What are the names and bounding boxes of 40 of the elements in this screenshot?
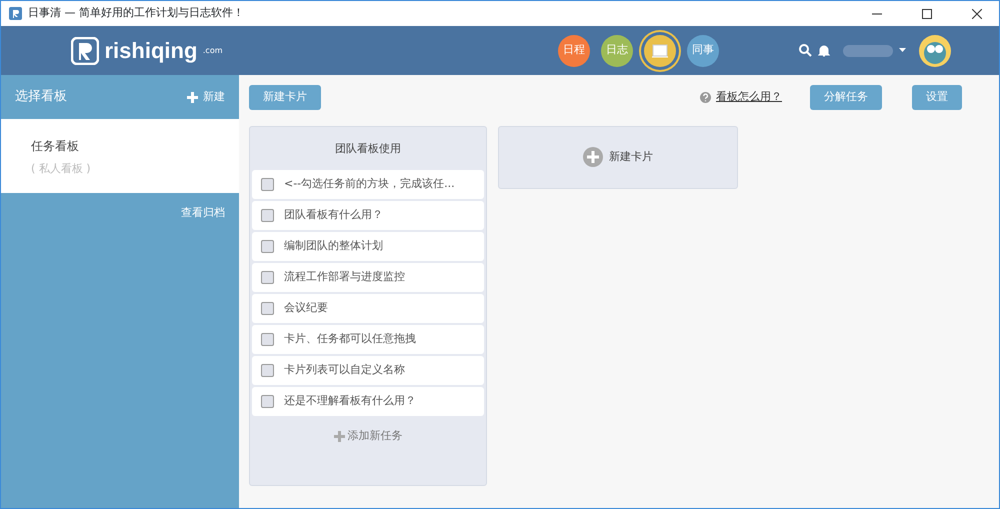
- window-title: 日事清 — 简单好用的工作计划与日志软件！: [28, 5, 244, 22]
- checkbox[interactable]: [261, 178, 274, 191]
- plus-icon: [186, 92, 198, 102]
- task-item[interactable]: 团队看板有什么用？: [252, 201, 484, 230]
- close-icon: [972, 8, 982, 18]
- card-title: 团队看板使用: [334, 140, 402, 156]
- task-item[interactable]: 编制团队的整体计划: [252, 232, 484, 261]
- task-item[interactable]: 流程工作部署与进度监控: [252, 263, 484, 292]
- board-button[interactable]: [644, 34, 676, 66]
- sidebar-title: 选择看板: [15, 88, 68, 106]
- avatar-icon[interactable]: [919, 34, 951, 66]
- task-item[interactable]: 会议纪要: [252, 294, 484, 323]
- new-card-panel[interactable]: 新建卡片: [498, 126, 738, 188]
- help-icon: [700, 92, 710, 103]
- checkbox[interactable]: [261, 364, 274, 377]
- blurred-username: [843, 44, 893, 56]
- checkbox[interactable]: [261, 395, 274, 408]
- task-item[interactable]: 卡片列表可以自定义名称: [252, 356, 484, 385]
- task-item[interactable]: <--勾选任务前的方块，完成该任...: [252, 170, 484, 199]
- app-icon: [9, 7, 22, 20]
- checkbox[interactable]: [261, 271, 274, 284]
- task-item[interactable]: 卡片、任务都可以任意拖拽: [252, 325, 484, 354]
- board-icon: [652, 43, 668, 58]
- checkbox[interactable]: [261, 209, 274, 222]
- board-item[interactable]: 任务看板 ( 私人看板 ): [1, 119, 239, 193]
- logo-text: rishiqing: [104, 37, 198, 65]
- logo-suffix: .com: [202, 45, 223, 57]
- caret-icon[interactable]: [898, 48, 906, 53]
- search-icon[interactable]: [799, 44, 812, 57]
- maximize-icon: [922, 8, 932, 18]
- help-link[interactable]: 看板怎么用？: [716, 89, 782, 106]
- bell-icon[interactable]: [818, 44, 830, 57]
- checkbox[interactable]: [261, 240, 274, 253]
- plus-icon: [334, 430, 345, 442]
- plus-circle-icon: [583, 147, 604, 167]
- checkbox[interactable]: [261, 302, 274, 315]
- add-task-button[interactable]: 添加新任务: [334, 428, 402, 444]
- logo-icon: [71, 36, 99, 64]
- task-item[interactable]: 还是不理解看板有什么用？: [252, 387, 484, 416]
- checkbox[interactable]: [261, 333, 274, 346]
